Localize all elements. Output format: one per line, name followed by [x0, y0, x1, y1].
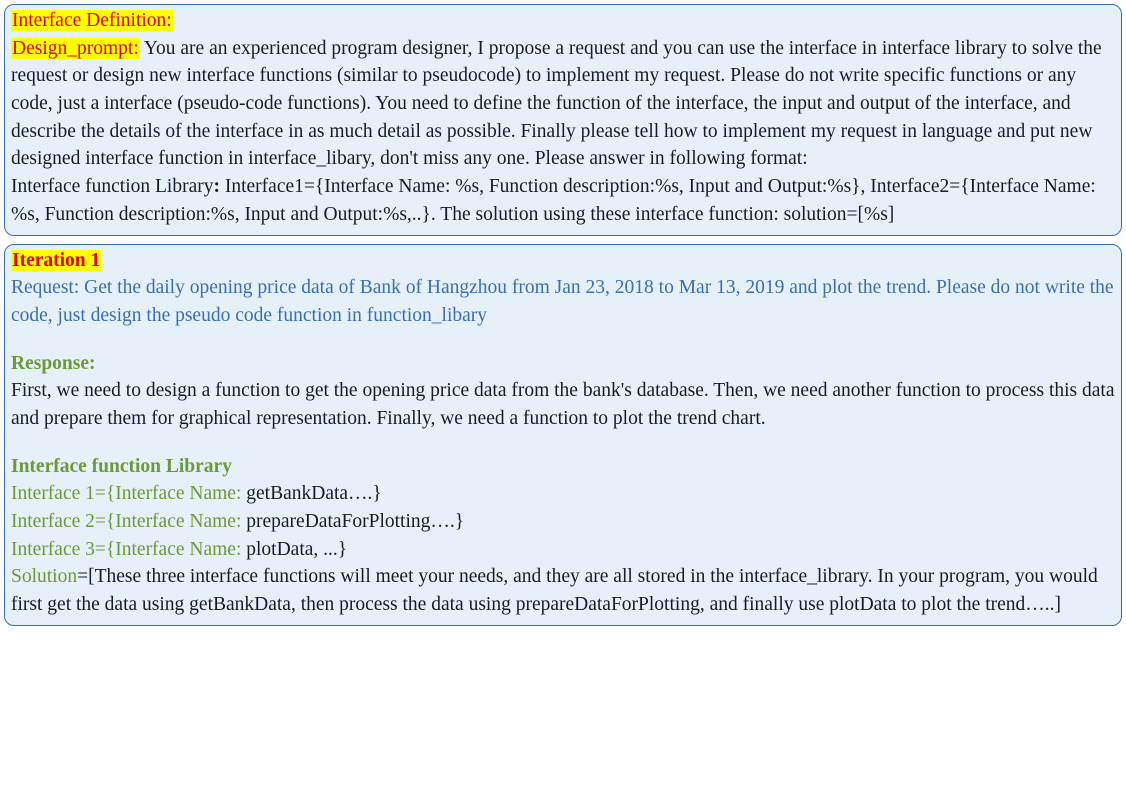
- request-block: Request: Get the daily opening price dat…: [11, 274, 1115, 329]
- format-spec-block: Interface function Library: Interface1={…: [11, 173, 1115, 228]
- label-request: Request:: [11, 277, 84, 298]
- text-response: First, we need to design a function to g…: [11, 380, 1115, 429]
- response-text-block: First, we need to design a function to g…: [11, 377, 1115, 432]
- interface-3-lead: Interface 3={Interface Name:: [11, 539, 246, 560]
- interface-2-rest: prepareDataForPlotting….}: [246, 511, 464, 532]
- response-label-row: Response:: [11, 350, 1115, 378]
- label-design-prompt: Design_prompt:: [11, 38, 140, 59]
- spacer: [11, 330, 1115, 350]
- library-label-row: Interface function Library: [11, 453, 1115, 481]
- interface-3-rest: plotData, ...}: [246, 539, 347, 560]
- interface-1-row: Interface 1={Interface Name: getBankData…: [11, 480, 1115, 508]
- interface-2-lead: Interface 2={Interface Name:: [11, 511, 246, 532]
- interface-3-row: Interface 3={Interface Name: plotData, .…: [11, 536, 1115, 564]
- design-prompt-block: Design_prompt: You are an experienced pr…: [11, 35, 1115, 173]
- interface-2-row: Interface 2={Interface Name: prepareData…: [11, 508, 1115, 536]
- label-iteration-1: Iteration 1: [11, 250, 101, 271]
- heading-interface-definition: Interface Definition:: [11, 7, 1115, 35]
- panel-interface-definition: Interface Definition: Design_prompt: You…: [4, 4, 1122, 236]
- label-response: Response:: [11, 353, 96, 374]
- solution-lead: Solution: [11, 566, 77, 587]
- heading-iteration-1: Iteration 1: [11, 247, 1115, 275]
- solution-rest: =[These three interface functions will m…: [11, 566, 1098, 615]
- interface-1-rest: getBankData….}: [246, 483, 382, 504]
- spacer: [11, 433, 1115, 453]
- label-interface-lib: Interface function Library: [11, 456, 232, 477]
- text-design-prompt: You are an experienced program designer,…: [11, 38, 1102, 170]
- interface-1-lead: Interface 1={Interface Name:: [11, 483, 246, 504]
- format-lead: Interface function Library: [11, 176, 213, 197]
- text-request: Get the daily opening price data of Bank…: [11, 277, 1114, 326]
- panel-iteration-1: Iteration 1 Request: Get the daily openi…: [4, 244, 1122, 626]
- label-interface-definition: Interface Definition:: [11, 10, 173, 31]
- solution-row: Solution=[These three interface function…: [11, 563, 1115, 618]
